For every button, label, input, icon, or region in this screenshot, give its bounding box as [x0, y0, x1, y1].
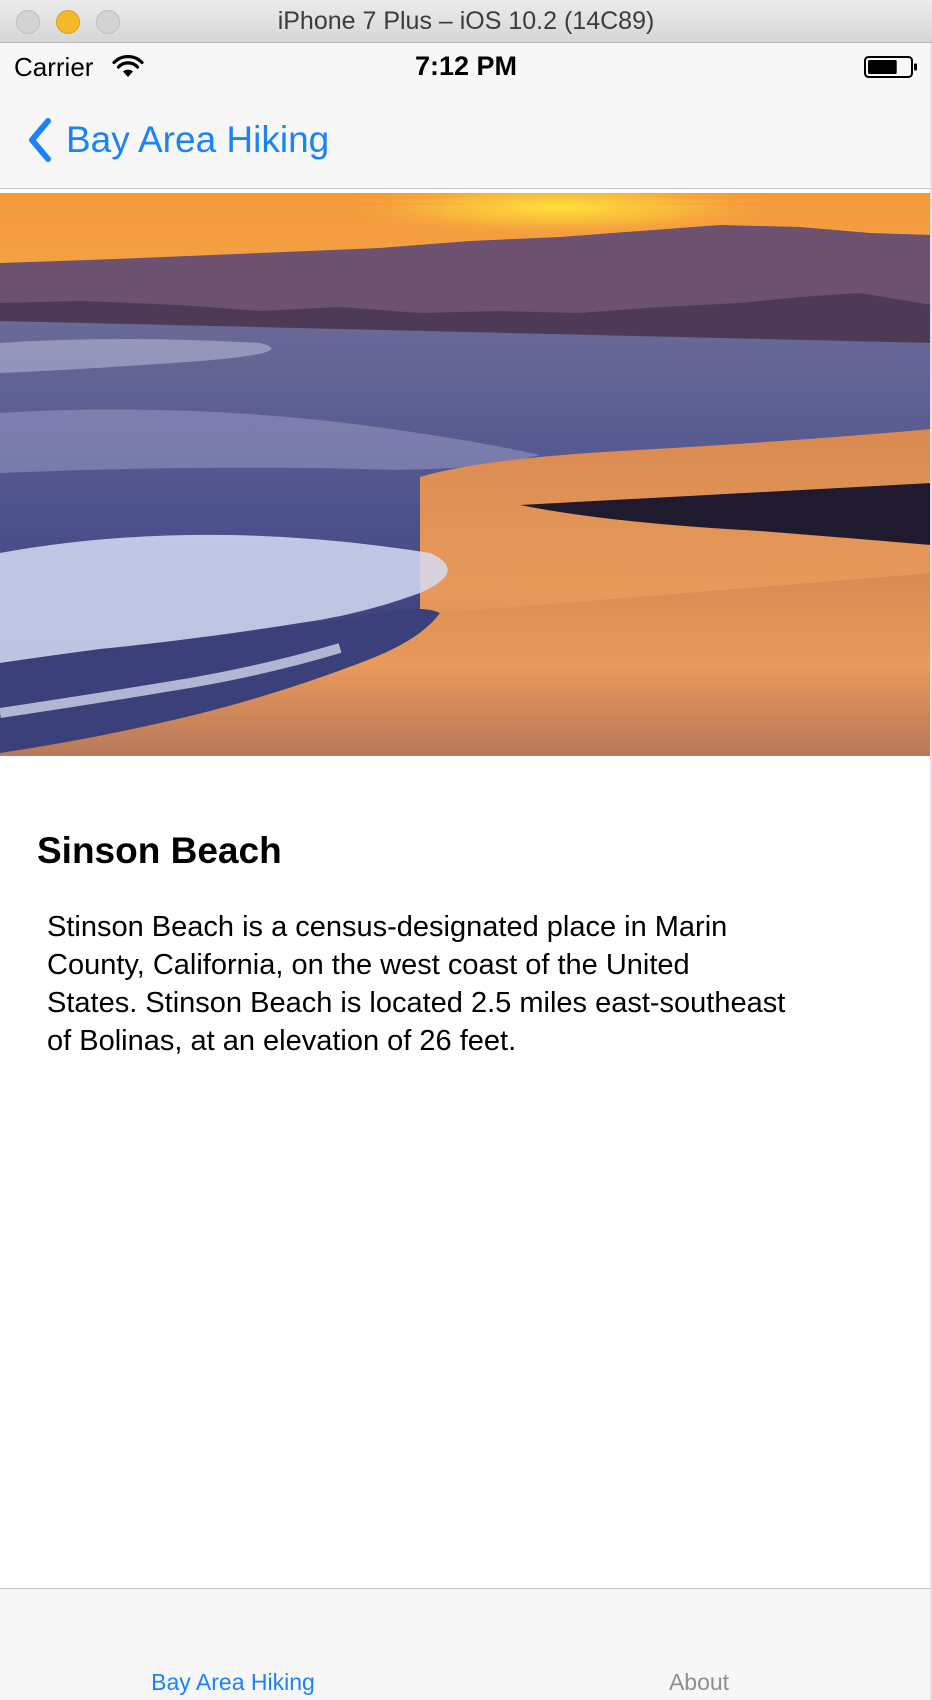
sunset-beach-photo	[0, 193, 932, 756]
window-titlebar: iPhone 7 Plus – iOS 10.2 (14C89)	[0, 0, 932, 43]
status-time: 7:12 PM	[414, 51, 518, 81]
hero-image	[0, 193, 932, 756]
trail-description: Stinson Beach is a census-designated pla…	[47, 911, 786, 1057]
tab-bay-area-hiking[interactable]: Bay Area Hiking	[0, 1669, 466, 1696]
back-button-label: Bay Area Hiking	[66, 119, 330, 160]
trail-title: Sinson Beach	[37, 830, 282, 871]
tab-bar: Bay Area Hiking About	[0, 1588, 932, 1700]
window-title: iPhone 7 Plus – iOS 10.2 (14C89)	[277, 7, 655, 35]
tab-about[interactable]: About	[466, 1669, 932, 1696]
navigation-bar: Bay Area Hiking	[0, 91, 932, 189]
battery-icon	[864, 56, 917, 78]
back-button[interactable]: Bay Area Hiking	[24, 115, 329, 165]
chevron-left-icon	[29, 118, 51, 162]
status-bar: Carrier 7:12 PM	[0, 43, 932, 91]
